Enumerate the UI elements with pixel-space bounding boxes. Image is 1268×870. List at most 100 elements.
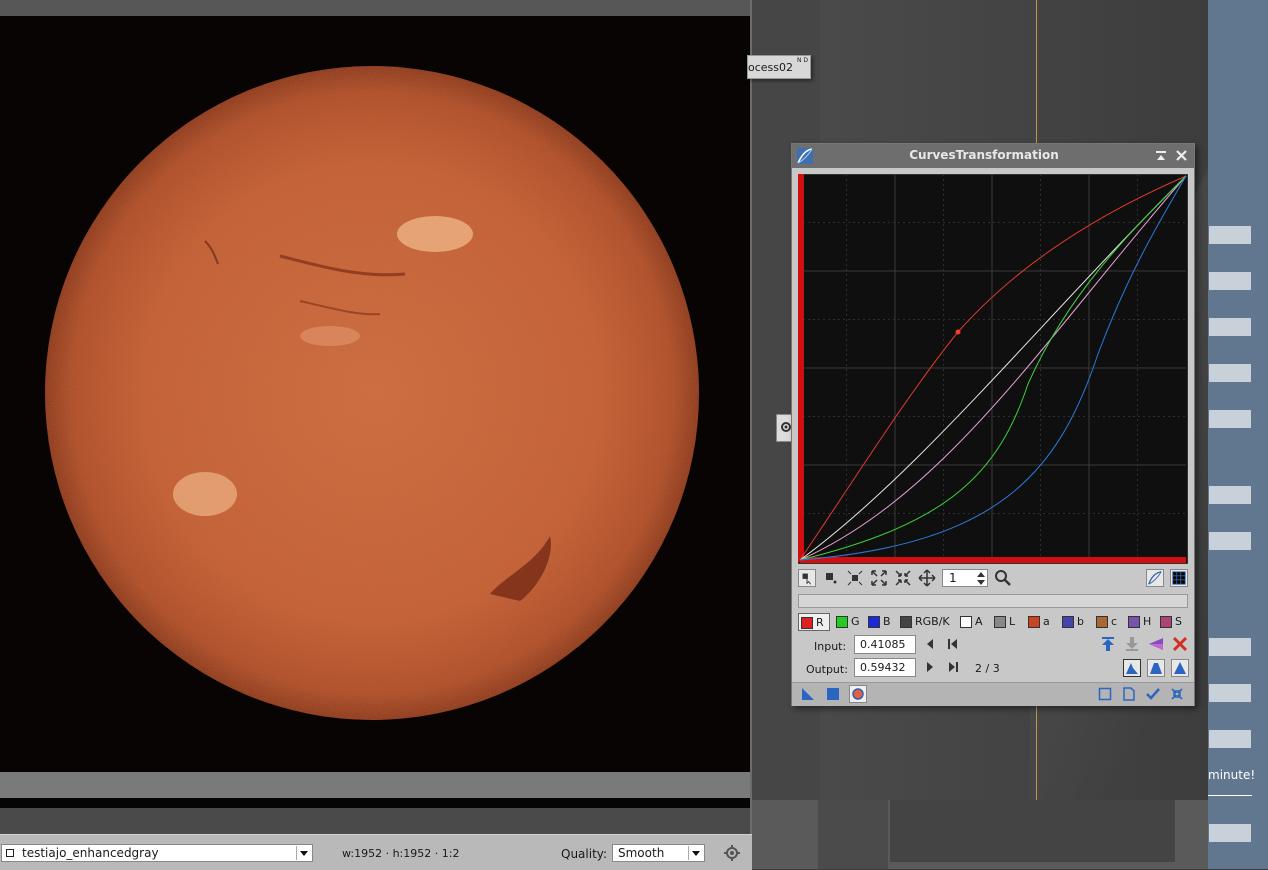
- channel-button[interactable]: RGB/K: [898, 613, 956, 631]
- zoom-factor-spinbox[interactable]: 1: [942, 569, 988, 587]
- store-curve-icon[interactable]: [1100, 636, 1116, 652]
- spin-up-icon[interactable]: [976, 571, 986, 578]
- channel-label: b: [1077, 615, 1084, 628]
- output-value-field[interactable]: 0.59432: [854, 658, 916, 677]
- chevron-down-icon[interactable]: [296, 846, 311, 860]
- channel-swatch-icon: [801, 617, 813, 629]
- channel-label: RGB/K: [915, 615, 950, 628]
- channel-button[interactable]: A: [958, 613, 990, 631]
- apply-checkmark-icon[interactable]: [1146, 687, 1160, 701]
- curves-graph[interactable]: [798, 174, 1188, 564]
- channel-label: G: [851, 615, 860, 628]
- output-label: Output:: [806, 663, 848, 676]
- panel-row[interactable]: [1209, 272, 1251, 290]
- quality-select[interactable]: Smooth: [612, 844, 705, 862]
- channel-button[interactable]: B: [866, 613, 896, 631]
- chevron-down-icon[interactable]: [688, 846, 703, 860]
- spin-down-icon[interactable]: [976, 579, 986, 586]
- panel-row[interactable]: [1209, 364, 1251, 382]
- sun-image: [45, 66, 699, 720]
- first-point-icon[interactable]: [946, 637, 960, 651]
- gear-icon[interactable]: [724, 845, 740, 861]
- graph-tool-row: 1: [798, 569, 1188, 591]
- channel-button[interactable]: S: [1158, 613, 1190, 631]
- workspace-lower-right: [890, 800, 1175, 862]
- image-window-top-edge: [0, 0, 751, 16]
- image-viewport[interactable]: [0, 16, 750, 772]
- document-icon[interactable]: [1122, 687, 1136, 701]
- channel-swatch-icon: [994, 616, 1006, 628]
- interp-linear-icon[interactable]: [1171, 659, 1189, 677]
- close-icon[interactable]: [1175, 149, 1188, 162]
- channel-button[interactable]: H: [1126, 613, 1156, 631]
- zoom-out-icon[interactable]: [894, 569, 912, 587]
- edit-point-icon[interactable]: [798, 569, 816, 587]
- apply-global-icon[interactable]: [826, 687, 840, 701]
- zoom-factor-value: 1: [949, 571, 957, 585]
- last-point-icon[interactable]: [946, 660, 960, 674]
- real-time-preview-icon[interactable]: [849, 685, 867, 703]
- channel-swatch-icon: [1160, 616, 1172, 628]
- workspace-lower-panel: [818, 800, 888, 869]
- process-icon[interactable]: ocess02 N D: [747, 55, 811, 79]
- shade-icon[interactable]: [1155, 150, 1167, 162]
- point-count: 2 / 3: [975, 662, 1000, 675]
- channel-button[interactable]: c: [1094, 613, 1124, 631]
- image-preview-strip: [0, 798, 750, 808]
- sun-granulation: [45, 66, 699, 720]
- panel-row[interactable]: [1209, 638, 1251, 656]
- show-all-curves-icon[interactable]: [1146, 569, 1164, 587]
- new-instance-icon[interactable]: [801, 687, 815, 701]
- channel-button[interactable]: b: [1060, 613, 1092, 631]
- previous-point-icon[interactable]: [923, 637, 937, 651]
- active-region: [397, 216, 473, 252]
- panel-row[interactable]: [1209, 486, 1251, 504]
- channel-button[interactable]: a: [1026, 613, 1058, 631]
- view-selector[interactable]: testiajo_enhancedgray: [1, 844, 313, 862]
- channel-button[interactable]: G: [834, 613, 864, 631]
- panel-row[interactable]: [1209, 532, 1251, 550]
- cancel-collapse-icon[interactable]: [1170, 687, 1184, 701]
- channel-label: A: [975, 615, 983, 628]
- select-point-icon[interactable]: [822, 569, 840, 587]
- interp-akima-icon[interactable]: [1147, 659, 1165, 677]
- channel-label: c: [1111, 615, 1118, 628]
- view-name: testiajo_enhancedgray: [22, 846, 159, 860]
- image-window-frame: [0, 772, 750, 798]
- process-icon-side-letters: N D: [796, 57, 808, 64]
- channel-swatch-icon: [960, 616, 972, 628]
- magnifier-icon[interactable]: [994, 569, 1012, 587]
- delete-point-icon[interactable]: [846, 569, 864, 587]
- histogram-bar: [798, 594, 1188, 608]
- next-point-icon[interactable]: [923, 660, 937, 674]
- interp-cubic-icon[interactable]: [1123, 659, 1141, 677]
- pan-icon[interactable]: [918, 569, 936, 587]
- panel-row[interactable]: [1209, 730, 1251, 748]
- zoom-in-icon[interactable]: [870, 569, 888, 587]
- channel-button[interactable]: R: [798, 613, 830, 631]
- panel-row[interactable]: [1209, 684, 1251, 702]
- restore-curve-icon[interactable]: [1124, 636, 1140, 652]
- reset-instance-icon[interactable]: [1098, 687, 1112, 701]
- input-label: Input:: [814, 640, 847, 653]
- plage: [300, 326, 360, 346]
- reset-curve-icon[interactable]: [1172, 636, 1188, 652]
- channel-label: S: [1175, 615, 1182, 628]
- panel-row[interactable]: [1209, 410, 1251, 428]
- panel-row[interactable]: [1209, 318, 1251, 336]
- grid-icon[interactable]: [1170, 569, 1188, 587]
- output-gradient-bar: [798, 174, 804, 562]
- dialog-title: CurvesTransformation: [909, 148, 1059, 162]
- quality-label: Quality:: [561, 847, 608, 861]
- channel-swatch-icon: [1096, 616, 1108, 628]
- image-window-frame: [0, 808, 750, 834]
- channel-button[interactable]: L: [992, 613, 1024, 631]
- dialog-title-bar[interactable]: CurvesTransformation: [792, 144, 1194, 168]
- active-region: [173, 472, 237, 516]
- input-value-field[interactable]: 0.41085: [854, 635, 916, 654]
- panel-row[interactable]: [1209, 824, 1251, 842]
- invert-curve-icon[interactable]: [1148, 636, 1164, 652]
- panel-row[interactable]: [1209, 226, 1251, 244]
- channel-swatch-icon: [1128, 616, 1140, 628]
- graph-background: [798, 174, 1188, 564]
